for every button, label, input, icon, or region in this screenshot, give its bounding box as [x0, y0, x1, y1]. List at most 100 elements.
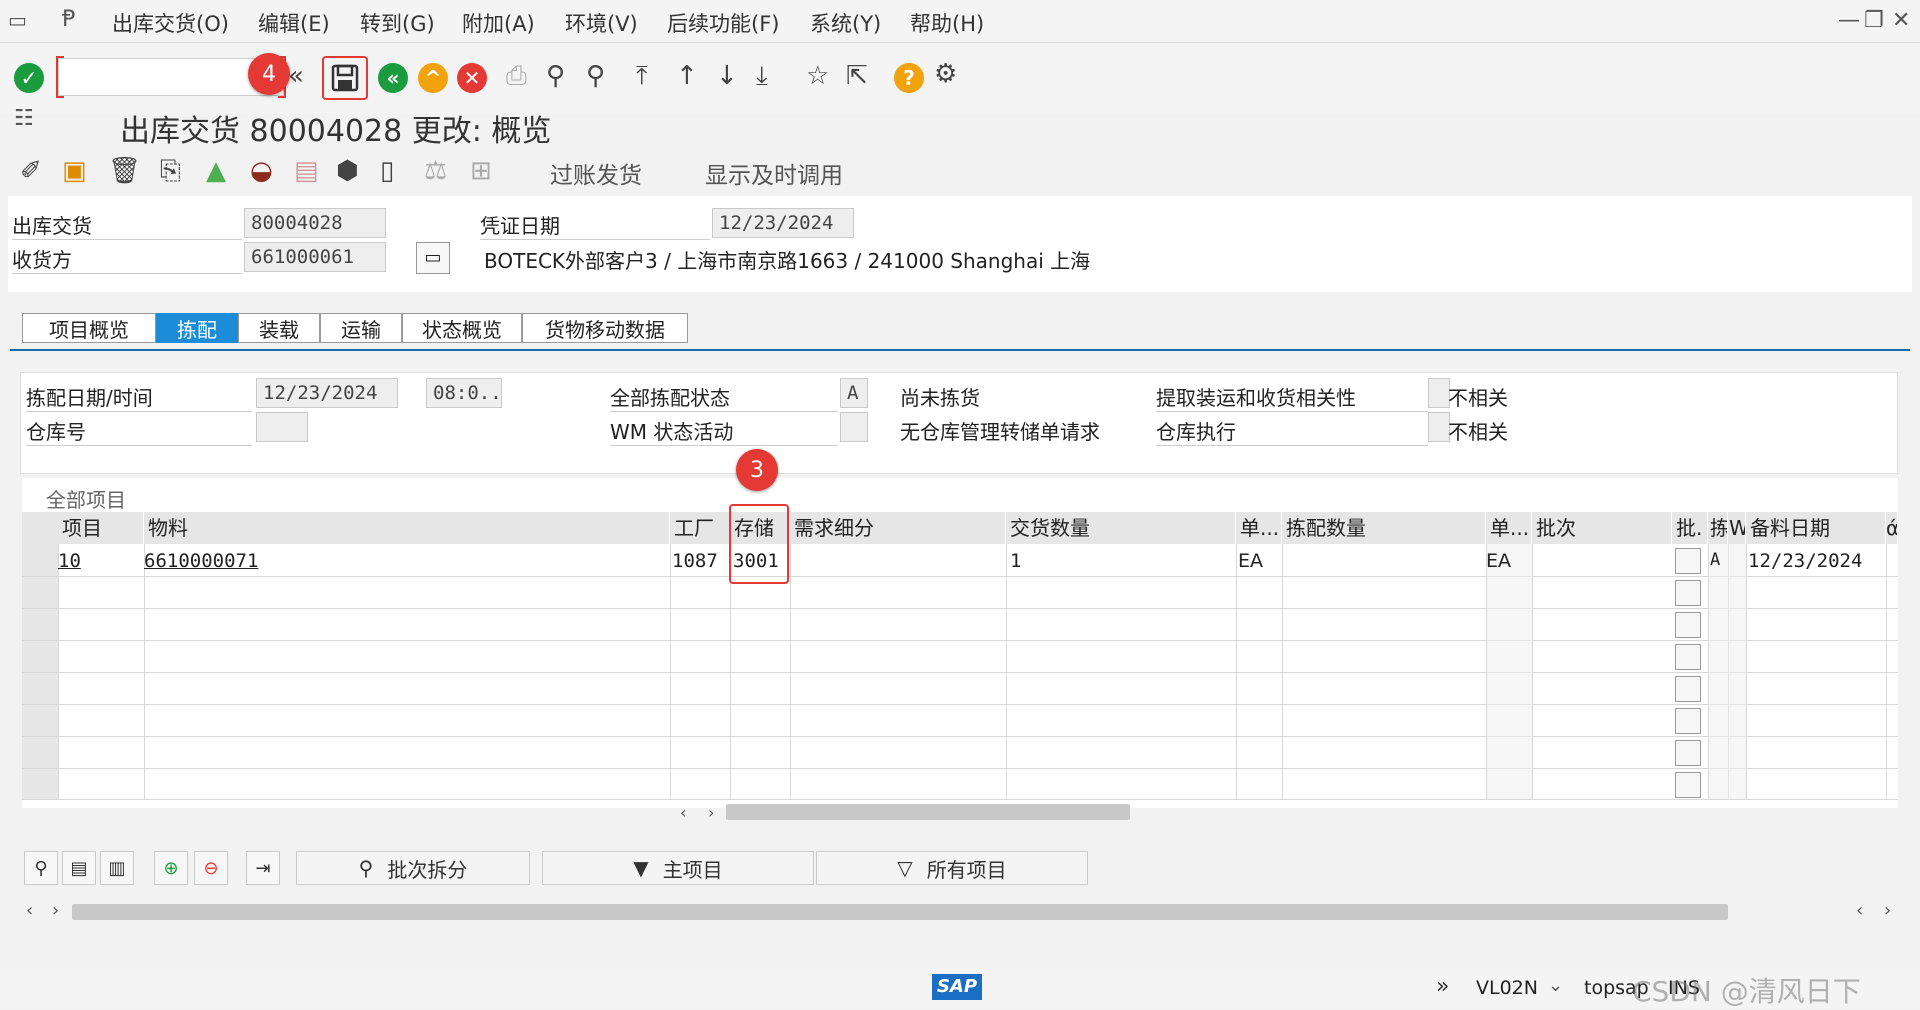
- document-icon[interactable]: ▤: [294, 156, 319, 186]
- other-delivery-icon[interactable]: ▣: [62, 156, 87, 186]
- col-picking-quantity[interactable]: 拣配数量: [1282, 512, 1486, 544]
- first-page-icon[interactable]: ⤒: [636, 61, 648, 92]
- landscape-icon[interactable]: ▲: [206, 156, 226, 186]
- deselect-all-icon[interactable]: ▥: [100, 851, 134, 885]
- scroll-left-icon[interactable]: ‹: [680, 803, 686, 822]
- col-material[interactable]: 物料: [144, 512, 670, 544]
- help-icon[interactable]: ?: [892, 61, 926, 95]
- find-icon[interactable]: ⚲: [546, 61, 565, 91]
- batch-split-checkbox[interactable]: [1675, 772, 1701, 798]
- tab-item-overview[interactable]: 项目概览: [22, 313, 156, 343]
- col-picking-status[interactable]: 拣: [1708, 512, 1728, 544]
- cell-material-availability-date[interactable]: 12/23/2024: [1748, 550, 1862, 572]
- doc-date-field[interactable]: 12/23/2024: [712, 208, 854, 238]
- batch-split-checkbox[interactable]: [1675, 548, 1701, 574]
- page-scroll-left-icon[interactable]: ‹: [26, 900, 33, 921]
- package-icon[interactable]: ⬢: [336, 156, 359, 186]
- cell-material[interactable]: 6610000071: [144, 550, 258, 572]
- col-requirement-segment[interactable]: 需求细分: [790, 512, 1006, 544]
- menu-outbound-delivery[interactable]: 出库交货(O): [112, 8, 229, 38]
- col-picking-unit[interactable]: 单...: [1486, 512, 1532, 544]
- page-scroll-thumb[interactable]: [72, 904, 1728, 920]
- transaction-code[interactable]: VL02N: [1476, 977, 1538, 999]
- last-page-icon[interactable]: ⤓: [756, 61, 768, 92]
- hat-icon[interactable]: ◒: [250, 156, 273, 186]
- cell-picking-unit[interactable]: EA: [1486, 550, 1511, 572]
- picking-date-field[interactable]: 12/23/2024: [256, 378, 398, 408]
- close-window-icon[interactable]: ✕: [1892, 8, 1910, 33]
- all-items-button[interactable]: ▽ 所有项目: [816, 851, 1088, 885]
- menu-follow-on[interactable]: 后续功能(F): [667, 8, 779, 38]
- find-next-icon[interactable]: ⚲: [586, 61, 605, 91]
- warehouse-field[interactable]: [256, 412, 308, 442]
- print-icon[interactable]: ⎙: [506, 61, 527, 92]
- batch-split-checkbox[interactable]: [1675, 740, 1701, 766]
- row-selector-column[interactable]: [22, 512, 58, 800]
- balance-icon[interactable]: ⚖: [424, 156, 447, 186]
- save-icon[interactable]: [328, 61, 362, 95]
- main-items-button[interactable]: ▼ 主项目: [542, 851, 814, 885]
- batch-split-checkbox[interactable]: [1675, 612, 1701, 638]
- minimize-icon[interactable]: —: [1838, 8, 1860, 33]
- batch-split-button[interactable]: ⚲ 批次拆分: [296, 851, 530, 885]
- copy-icon[interactable]: ⎘: [160, 156, 181, 187]
- grid-scroll-thumb[interactable]: [726, 804, 1130, 820]
- select-all-icon[interactable]: ▤: [62, 851, 96, 885]
- col-material-availability-date[interactable]: 备料日期: [1746, 512, 1886, 544]
- tab-goods-movement[interactable]: 货物移动数据: [522, 313, 688, 343]
- restore-icon[interactable]: ❐: [1864, 8, 1884, 33]
- menu-edit[interactable]: 编辑(E): [258, 8, 330, 38]
- col-plant[interactable]: 工厂: [670, 512, 730, 544]
- collapse-icon[interactable]: «: [288, 61, 304, 91]
- col-more[interactable]: ά: [1886, 512, 1898, 544]
- address-detail-icon[interactable]: ▭: [416, 242, 450, 274]
- batch-split-checkbox[interactable]: [1675, 708, 1701, 734]
- picking-time-field[interactable]: 08:0...: [426, 378, 502, 408]
- cell-unit[interactable]: EA: [1238, 550, 1263, 572]
- page-scroll-right-end-icon[interactable]: ›: [1884, 900, 1891, 921]
- back-icon[interactable]: «: [376, 61, 410, 95]
- page-scroll-left-end-icon[interactable]: ‹: [1856, 900, 1863, 921]
- col-unit[interactable]: 单...: [1236, 512, 1282, 544]
- menu-toggle-icon[interactable]: ☷: [14, 106, 34, 131]
- previous-page-icon[interactable]: ↑: [676, 61, 698, 91]
- menu-help[interactable]: 帮助(H): [910, 8, 984, 38]
- tab-loading[interactable]: 装载: [238, 313, 320, 343]
- col-delivery-quantity[interactable]: 交货数量: [1006, 512, 1236, 544]
- menu-environment[interactable]: 环境(V): [565, 8, 638, 38]
- batch-split-checkbox[interactable]: [1675, 644, 1701, 670]
- batch-split-checkbox[interactable]: [1675, 580, 1701, 606]
- tab-status-overview[interactable]: 状态概览: [402, 313, 522, 343]
- next-page-icon[interactable]: ↓: [716, 61, 738, 91]
- expand-icon[interactable]: ⇥: [246, 851, 280, 885]
- post-goods-issue-button[interactable]: 过账发货: [550, 156, 642, 190]
- cell-delivery-quantity[interactable]: 1: [1010, 550, 1021, 572]
- grid-icon[interactable]: ⊞: [470, 156, 492, 186]
- enter-icon[interactable]: ✓: [12, 61, 46, 95]
- col-item[interactable]: 项目: [58, 512, 144, 544]
- expand-status-icon[interactable]: »: [1436, 974, 1449, 999]
- tab-transport[interactable]: 运输: [320, 313, 402, 343]
- scroll-right-icon[interactable]: ›: [708, 803, 714, 822]
- shortcut-icon[interactable]: ⇱: [846, 61, 868, 91]
- chevron-down-icon[interactable]: ⌄: [1548, 975, 1563, 996]
- page-scroll-right-icon[interactable]: ›: [52, 900, 59, 921]
- delete-row-icon[interactable]: ⊖: [194, 851, 228, 885]
- display-timely-button[interactable]: 显示及时调用: [705, 156, 843, 190]
- delete-icon[interactable]: 🗑: [108, 156, 141, 186]
- batch-split-checkbox[interactable]: [1675, 676, 1701, 702]
- menu-system[interactable]: 系统(Y): [810, 8, 881, 38]
- details-icon[interactable]: ⚲: [24, 851, 58, 885]
- new-session-icon[interactable]: ☆: [806, 61, 829, 91]
- cell-item[interactable]: 10: [58, 550, 81, 572]
- settings-gear-icon[interactable]: ⚙: [934, 59, 957, 89]
- col-batch-split[interactable]: 批.: [1672, 512, 1708, 544]
- display-change-icon[interactable]: ✐: [20, 156, 42, 186]
- cell-plant[interactable]: 1087: [672, 550, 718, 572]
- col-wm[interactable]: W: [1728, 512, 1746, 544]
- col-batch[interactable]: 批次: [1532, 512, 1672, 544]
- menu-extras[interactable]: 附加(A): [462, 8, 535, 38]
- delivery-number-field[interactable]: 80004028: [244, 208, 386, 238]
- system-menu-icon[interactable]: ▭: [8, 8, 27, 32]
- book-icon[interactable]: ▯: [380, 156, 394, 186]
